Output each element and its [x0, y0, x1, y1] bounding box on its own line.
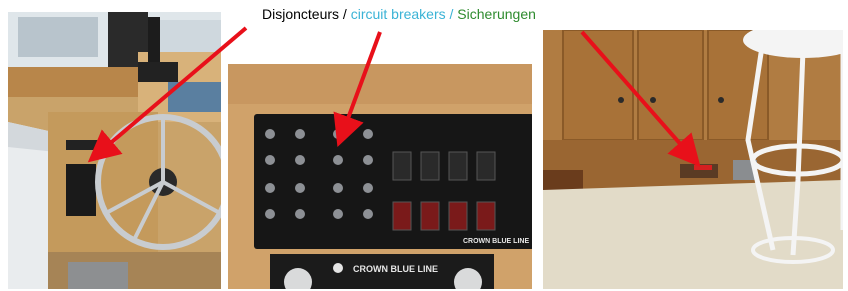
plaque-brand-text: CROWN BLUE LINE — [353, 264, 438, 274]
cabin-photo-image — [543, 30, 843, 289]
rocker-switch-icon — [392, 201, 412, 231]
breaker-toggle-icon — [265, 129, 275, 139]
caption-separator: / — [445, 6, 458, 22]
rocker-switch-icon — [448, 201, 468, 231]
rocker-switch-icon — [476, 201, 496, 231]
rocker-switch-icon — [420, 201, 440, 231]
breaker-toggle-icon — [363, 209, 373, 219]
helm-photo — [8, 12, 221, 289]
cabin-photo — [543, 30, 843, 289]
breaker-toggle-icon — [363, 155, 373, 165]
panel-brand-text: CROWN BLUE LINE — [463, 238, 529, 245]
breaker-toggle-icon — [363, 129, 373, 139]
caption-french: Disjoncteurs — [262, 6, 340, 22]
helm-photo-image — [8, 12, 221, 289]
breaker-toggle-icon — [333, 129, 343, 139]
caption-english: circuit breakers — [350, 6, 446, 22]
breaker-toggle-icon — [333, 209, 343, 219]
breaker-toggle-icon — [265, 209, 275, 219]
breaker-toggle-icon — [265, 155, 275, 165]
rocker-switch-icon — [420, 151, 440, 181]
caption-separator: / — [339, 6, 351, 22]
breaker-toggle-icon — [295, 209, 305, 219]
breaker-toggle-icon — [333, 155, 343, 165]
breaker-toggle-icon — [333, 183, 343, 193]
switch-panel-image: CROWN BLUE LINE CROWN BLUE LINE — [228, 64, 532, 289]
breaker-toggle-icon — [265, 183, 275, 193]
rocker-switch-icon — [476, 151, 496, 181]
breaker-toggle-icon — [363, 183, 373, 193]
breaker-toggle-icon — [295, 155, 305, 165]
rocker-switch-icon — [448, 151, 468, 181]
switch-panel-photo: CROWN BLUE LINE CROWN BLUE LINE — [228, 64, 532, 289]
caption: Disjoncteurs / circuit breakers / Sicher… — [262, 4, 536, 24]
rocker-switch-icon — [392, 151, 412, 181]
breaker-toggle-icon — [295, 183, 305, 193]
breaker-toggle-icon — [295, 129, 305, 139]
caption-german: Sicherungen — [457, 6, 536, 22]
